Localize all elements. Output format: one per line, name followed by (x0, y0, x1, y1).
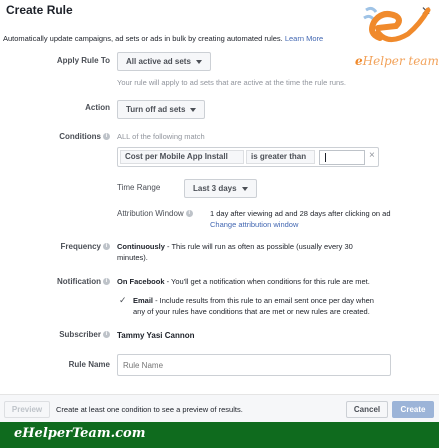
email-option: Email - Include results from this rule t… (133, 296, 374, 305)
info-icon[interactable]: i (103, 243, 110, 251)
email-option-line2: any of your rules have conditions that a… (133, 307, 370, 316)
frequency-value-line2: minutes). (117, 253, 148, 262)
attribution-window-value: 1 day after viewing ad and 28 days after… (210, 209, 391, 218)
conditions-label: Conditions i (59, 132, 110, 141)
attribution-window-label: Attribution Window i (117, 209, 193, 218)
email-checkbox[interactable]: ✓ (119, 296, 128, 305)
notification-label: Notification i (57, 277, 110, 286)
create-rule-dialog: Create Rule ✕ eHelper team Automatically… (0, 0, 439, 448)
create-button[interactable]: Create (392, 401, 434, 418)
condition-operator[interactable]: is greater than (246, 150, 315, 164)
rule-name-label: Rule Name (68, 360, 110, 369)
frequency-value: Continuously - This rule will run as oft… (117, 242, 353, 251)
notification-facebook: On Facebook - You'll get a notification … (117, 277, 370, 286)
info-icon[interactable]: i (185, 210, 193, 218)
dialog-footer: Preview Create at least one condition to… (0, 394, 439, 422)
chevron-down-icon (195, 59, 202, 64)
apply-rule-to-label: Apply Rule To (56, 56, 110, 65)
time-range-dropdown[interactable]: Last 3 days (184, 179, 257, 198)
brand-bar: eHelperTeam.com (0, 422, 439, 448)
action-label: Action (85, 103, 110, 112)
condition-metric[interactable]: Cost per Mobile App Install (120, 150, 244, 164)
preview-button[interactable]: Preview (4, 401, 50, 418)
condition-value-input[interactable] (319, 150, 365, 165)
action-dropdown[interactable]: Turn off ad sets (117, 100, 206, 119)
cancel-button[interactable]: Cancel (346, 401, 388, 418)
chevron-down-icon (241, 186, 248, 191)
apply-rule-to-dropdown[interactable]: All active ad sets (117, 52, 211, 71)
info-icon[interactable]: i (103, 331, 110, 339)
subscriber-label: Subscriber i (59, 330, 110, 339)
info-icon[interactable]: i (103, 133, 110, 141)
change-attribution-link[interactable]: Change attribution window (210, 220, 298, 229)
chevron-down-icon (190, 107, 197, 112)
apply-rule-to-hint: Your rule will apply to ad sets that are… (117, 78, 347, 87)
dialog-description: Automatically update campaigns, ad sets … (3, 34, 324, 43)
watermark-text: eHelper team (355, 54, 439, 68)
frequency-label: Frequency i (61, 242, 110, 251)
info-icon[interactable]: i (103, 278, 110, 286)
brand-text: eHelperTeam.com (14, 426, 146, 441)
rule-name-input[interactable] (117, 354, 391, 376)
time-range-label: Time Range (117, 183, 161, 192)
condition-row: Cost per Mobile App Install is greater t… (117, 147, 379, 167)
preview-hint: Create at least one condition to see a p… (56, 405, 243, 414)
remove-condition-icon[interactable]: × (369, 150, 375, 161)
conditions-heading: ALL of the following match (117, 132, 205, 141)
ehelper-logo-icon (363, 6, 431, 42)
learn-more-link[interactable]: Learn More (285, 34, 323, 43)
subscriber-name: Tammy Yasi Cannon (117, 331, 195, 340)
dialog-title: Create Rule (6, 3, 73, 17)
